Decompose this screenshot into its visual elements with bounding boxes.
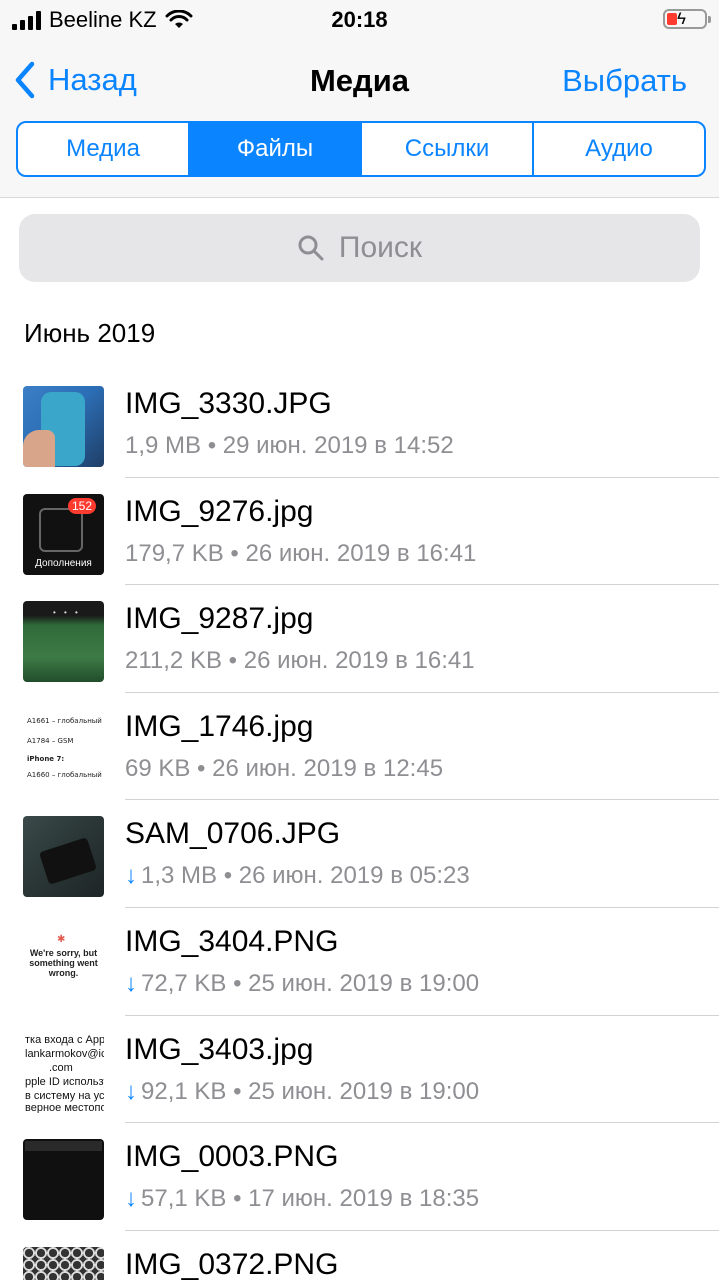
list-item[interactable]: • • • IMG_9287.jpg 211,2 KB • 26 июн. 20… (0, 585, 719, 693)
file-meta: ↓ 92,1 KB • 25 июн. 2019 в 19:00 (125, 1077, 480, 1105)
download-arrow-icon: ↓ (125, 1185, 137, 1213)
file-name: IMG_9276.jpg (125, 494, 314, 528)
thumbnail-text: .com (49, 1061, 73, 1074)
search-input[interactable]: Поиск (19, 214, 700, 282)
file-name: IMG_0003.PNG (125, 1140, 339, 1174)
file-meta: 211,2 KB • 26 июн. 2019 в 16:41 (125, 647, 475, 675)
list-item[interactable]: ✱ We're sorry, but something went wrong.… (0, 908, 719, 1016)
list-item[interactable]: 152 Дополнения IMG_9276.jpg 179,7 KB • 2… (0, 478, 719, 586)
file-thumbnail: ✱ We're sorry, but something went wrong. (23, 923, 104, 1005)
thumbnail-text: A1660 – глобальный (27, 770, 102, 779)
list-item[interactable]: тка входа с Appl lankarmokov@ic .com ppl… (0, 1016, 719, 1124)
file-thumbnail (23, 1139, 104, 1221)
file-thumbnail: 152 Дополнения (23, 493, 104, 575)
file-date: 25 июн. 2019 в 19:00 (248, 969, 480, 997)
file-thumbnail: тка входа с Appl lankarmokov@ic .com ppl… (23, 1031, 104, 1113)
file-name: IMG_1746.jpg (125, 709, 314, 743)
search-icon (298, 235, 324, 261)
file-date: 26 июн. 2019 в 16:41 (243, 647, 475, 675)
thumbnail-text: тка входа с Appl (25, 1033, 104, 1046)
file-name: IMG_9287.jpg (125, 602, 314, 636)
thumbnail-text: something went wrong. (29, 957, 98, 978)
file-size: 92,1 KB (141, 1077, 227, 1105)
file-size: 57,1 KB (141, 1185, 227, 1213)
file-date: 17 июн. 2019 в 18:35 (248, 1185, 480, 1213)
search-placeholder: Поиск (338, 231, 423, 264)
file-size: 69 KB (125, 754, 191, 782)
file-name: IMG_0372.PNG (125, 1247, 339, 1280)
file-name: IMG_3403.jpg (125, 1032, 314, 1066)
file-date: 25 июн. 2019 в 19:00 (248, 1077, 480, 1105)
thumbnail-text: в систему на устрой (25, 1089, 104, 1102)
file-size: 179,7 KB (125, 539, 224, 567)
file-meta: 179,7 KB • 26 июн. 2019 в 16:41 (125, 539, 477, 567)
battery-icon: ϟ (663, 9, 711, 29)
thumbnail-text: pple ID используется (25, 1075, 104, 1088)
thumbnail-text: A1784 – GSM (27, 736, 74, 745)
file-name: IMG_3404.PNG (125, 924, 339, 958)
section-header: Июнь 2019 (24, 318, 156, 348)
select-button[interactable]: Выбрать (562, 63, 687, 99)
tab-files[interactable]: Файлы (190, 123, 362, 175)
tab-media[interactable]: Медиа (18, 123, 190, 175)
list-item[interactable]: IMG_3330.JPG 1,9 MB • 29 июн. 2019 в 14:… (0, 370, 719, 478)
file-thumbnail (23, 1246, 104, 1280)
list-item[interactable]: IMG_0372.PNG (0, 1231, 719, 1280)
list-item[interactable]: A1661 – глобальный A1784 – GSM iPhone 7:… (0, 693, 719, 801)
file-name: IMG_3330.JPG (125, 387, 332, 420)
nav-bar: Назад Медиа Выбрать Медиа Файлы Ссылки А… (0, 40, 719, 198)
file-size: 211,2 KB (125, 647, 222, 675)
file-size: 1,3 MB (141, 862, 218, 890)
file-size: 72,7 KB (141, 969, 227, 997)
thumbnail-text: A1661 – глобальный (27, 716, 102, 725)
tab-links[interactable]: Ссылки (362, 123, 534, 175)
list-item[interactable]: SAM_0706.JPG ↓ 1,3 MB • 26 июн. 2019 в 0… (0, 800, 719, 908)
file-date: 26 июн. 2019 в 16:41 (245, 539, 477, 567)
file-date: 26 июн. 2019 в 05:23 (238, 862, 470, 890)
file-name: SAM_0706.JPG (125, 817, 341, 851)
error-icon: ✱ (57, 933, 66, 945)
file-meta: ↓ 57,1 KB • 17 июн. 2019 в 18:35 (125, 1185, 480, 1213)
file-thumbnail: A1661 – глобальный A1784 – GSM iPhone 7:… (23, 708, 104, 790)
file-thumbnail (23, 816, 104, 898)
file-meta: ↓ 1,3 MB • 26 июн. 2019 в 05:23 (125, 862, 470, 890)
download-arrow-icon: ↓ (125, 862, 137, 890)
file-date: 29 июн. 2019 в 14:52 (222, 432, 454, 459)
segmented-control: Медиа Файлы Ссылки Аудио (16, 121, 706, 177)
file-date: 26 июн. 2019 в 12:45 (212, 754, 444, 782)
status-time: 20:18 (331, 7, 388, 32)
file-size: 1,9 MB (125, 432, 202, 459)
thumbnail-text: We're sorry, but (29, 947, 98, 958)
download-arrow-icon: ↓ (125, 969, 137, 997)
thumbnail-text: верное местополож (25, 1101, 104, 1113)
tab-audio[interactable]: Аудио (534, 123, 704, 175)
thumbnail-text: iPhone 7: (27, 754, 65, 763)
file-meta: 69 KB • 26 июн. 2019 в 12:45 (125, 754, 444, 782)
download-arrow-icon: ↓ (125, 1077, 137, 1105)
list-item[interactable]: IMG_0003.PNG ↓ 57,1 KB • 17 июн. 2019 в … (0, 1123, 719, 1231)
thumbnail-label: Дополнения (35, 557, 92, 569)
thumbnail-text: lankarmokov@ic (25, 1047, 104, 1060)
charging-bolt-icon: ϟ (677, 9, 686, 28)
status-bar: Beeline KZ 20:18 ϟ (0, 0, 719, 40)
notification-badge: 152 (67, 497, 96, 514)
file-meta: 1,9 MB • 29 июн. 2019 в 14:52 (125, 432, 454, 459)
file-meta: ↓ 72,7 KB • 25 июн. 2019 в 19:00 (125, 969, 480, 997)
file-list: IMG_3330.JPG 1,9 MB • 29 июн. 2019 в 14:… (0, 370, 719, 1280)
file-thumbnail: • • • (23, 601, 104, 683)
file-thumbnail (23, 386, 104, 467)
